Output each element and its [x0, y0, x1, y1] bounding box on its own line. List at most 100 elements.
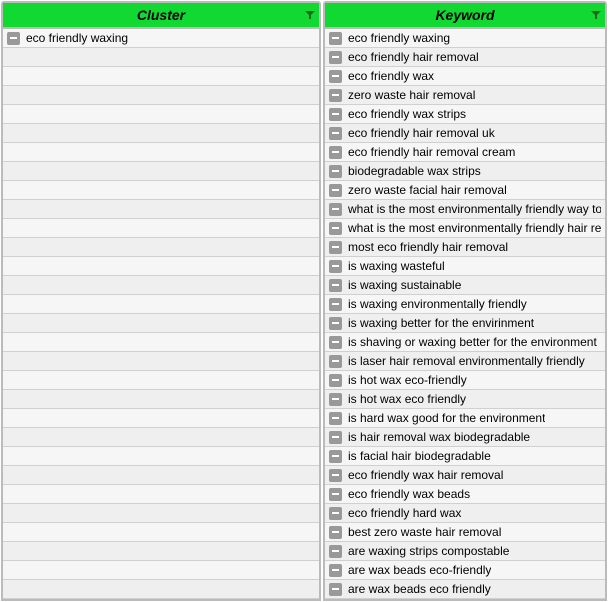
table-row[interactable]: eco friendly hair removal uk — [325, 124, 605, 143]
cell-text: is waxing environmentally friendly — [348, 297, 527, 311]
table-row[interactable]: eco friendly waxing — [325, 29, 605, 48]
empty-row[interactable] — [3, 295, 319, 314]
table-row[interactable]: eco friendly hair removal — [325, 48, 605, 67]
table-row[interactable]: are wax beads eco friendly — [325, 580, 605, 599]
empty-row[interactable] — [3, 485, 319, 504]
collapse-icon[interactable] — [329, 32, 342, 45]
table-row[interactable]: is hot wax eco friendly — [325, 390, 605, 409]
table-row[interactable]: is facial hair biodegradable — [325, 447, 605, 466]
table-row[interactable]: eco friendly wax hair removal — [325, 466, 605, 485]
table-row[interactable]: zero waste hair removal — [325, 86, 605, 105]
collapse-icon[interactable] — [329, 393, 342, 406]
collapse-icon[interactable] — [329, 127, 342, 140]
table-row[interactable]: eco friendly hair removal cream — [325, 143, 605, 162]
table-row[interactable]: best zero waste hair removal — [325, 523, 605, 542]
empty-row[interactable] — [3, 276, 319, 295]
collapse-icon[interactable] — [7, 32, 20, 45]
table-row[interactable]: most eco friendly hair removal — [325, 238, 605, 257]
collapse-icon[interactable] — [329, 317, 342, 330]
empty-row[interactable] — [3, 86, 319, 105]
table-row[interactable]: is waxing better for the envirinment — [325, 314, 605, 333]
empty-row[interactable] — [3, 48, 319, 67]
empty-row[interactable] — [3, 466, 319, 485]
table-row[interactable]: what is the most environmentally friendl… — [325, 219, 605, 238]
collapse-icon[interactable] — [329, 241, 342, 254]
empty-row[interactable] — [3, 238, 319, 257]
table-row[interactable]: eco friendly waxing — [3, 29, 319, 48]
table-row[interactable]: is laser hair removal environmentally fr… — [325, 352, 605, 371]
collapse-icon[interactable] — [329, 507, 342, 520]
empty-row[interactable] — [3, 333, 319, 352]
collapse-icon[interactable] — [329, 260, 342, 273]
collapse-icon[interactable] — [329, 355, 342, 368]
empty-row[interactable] — [3, 162, 319, 181]
table-row[interactable]: is waxing environmentally friendly — [325, 295, 605, 314]
empty-row[interactable] — [3, 428, 319, 447]
collapse-icon[interactable] — [329, 469, 342, 482]
table-row[interactable]: is hot wax eco-friendly — [325, 371, 605, 390]
empty-row[interactable] — [3, 523, 319, 542]
empty-row[interactable] — [3, 447, 319, 466]
cell-text: biodegradable wax strips — [348, 164, 481, 178]
collapse-icon[interactable] — [329, 450, 342, 463]
table-row[interactable]: is waxing wasteful — [325, 257, 605, 276]
table-row[interactable]: are wax beads eco-friendly — [325, 561, 605, 580]
collapse-icon[interactable] — [329, 51, 342, 64]
table-row[interactable]: is hair removal wax biodegradable — [325, 428, 605, 447]
collapse-icon[interactable] — [329, 108, 342, 121]
column-header-keyword[interactable]: Keyword — [325, 3, 605, 29]
collapse-icon[interactable] — [329, 279, 342, 292]
collapse-icon[interactable] — [329, 89, 342, 102]
collapse-icon[interactable] — [329, 184, 342, 197]
empty-row[interactable] — [3, 561, 319, 580]
collapse-icon[interactable] — [329, 70, 342, 83]
table-row[interactable]: is hard wax good for the environment — [325, 409, 605, 428]
empty-row[interactable] — [3, 200, 319, 219]
empty-row[interactable] — [3, 390, 319, 409]
collapse-icon[interactable] — [329, 488, 342, 501]
collapse-icon[interactable] — [329, 583, 342, 596]
table-row[interactable]: eco friendly hard wax — [325, 504, 605, 523]
empty-row[interactable] — [3, 314, 319, 333]
table-row[interactable]: biodegradable wax strips — [325, 162, 605, 181]
empty-row[interactable] — [3, 181, 319, 200]
table-row[interactable]: eco friendly wax beads — [325, 485, 605, 504]
filter-icon[interactable] — [591, 10, 601, 20]
empty-row[interactable] — [3, 352, 319, 371]
empty-row[interactable] — [3, 257, 319, 276]
collapse-icon[interactable] — [329, 431, 342, 444]
empty-row[interactable] — [3, 124, 319, 143]
empty-row[interactable] — [3, 105, 319, 124]
empty-row[interactable] — [3, 504, 319, 523]
collapse-icon[interactable] — [329, 165, 342, 178]
column-header-cluster[interactable]: Cluster — [3, 3, 319, 29]
table-row[interactable]: is waxing sustainable — [325, 276, 605, 295]
collapse-icon[interactable] — [329, 336, 342, 349]
cell-text: eco friendly hard wax — [348, 506, 461, 520]
table-row[interactable]: zero waste facial hair removal — [325, 181, 605, 200]
cell-text: is hard wax good for the environment — [348, 411, 545, 425]
collapse-icon[interactable] — [329, 564, 342, 577]
empty-row[interactable] — [3, 67, 319, 86]
collapse-icon[interactable] — [329, 374, 342, 387]
collapse-icon[interactable] — [329, 203, 342, 216]
empty-row[interactable] — [3, 371, 319, 390]
collapse-icon[interactable] — [329, 545, 342, 558]
table-row[interactable]: eco friendly wax — [325, 67, 605, 86]
table-row[interactable]: what is the most environmentally friendl… — [325, 200, 605, 219]
collapse-icon[interactable] — [329, 222, 342, 235]
table-row[interactable]: is shaving or waxing better for the envi… — [325, 333, 605, 352]
empty-row[interactable] — [3, 143, 319, 162]
filter-icon[interactable] — [305, 10, 315, 20]
collapse-icon[interactable] — [329, 526, 342, 539]
cell-text: zero waste facial hair removal — [348, 183, 507, 197]
empty-row[interactable] — [3, 580, 319, 599]
collapse-icon[interactable] — [329, 412, 342, 425]
empty-row[interactable] — [3, 219, 319, 238]
table-row[interactable]: eco friendly wax strips — [325, 105, 605, 124]
collapse-icon[interactable] — [329, 146, 342, 159]
table-row[interactable]: are waxing strips compostable — [325, 542, 605, 561]
collapse-icon[interactable] — [329, 298, 342, 311]
empty-row[interactable] — [3, 542, 319, 561]
empty-row[interactable] — [3, 409, 319, 428]
